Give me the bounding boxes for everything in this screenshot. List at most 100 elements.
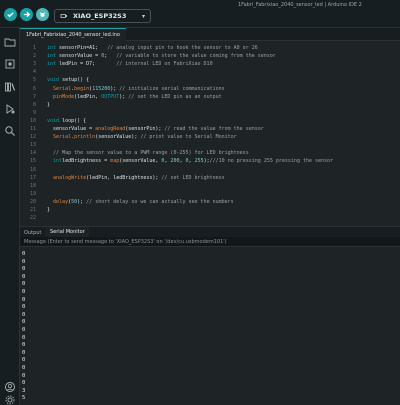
serial-line: 0 — [22, 304, 26, 311]
code-line: 8} — [20, 101, 400, 109]
code-line: 14 // Map the sensor value to a PWM rang… — [20, 149, 400, 157]
line-number: 8 — [32, 101, 36, 108]
code-text: pinMode(ledPin, OUTPUT); // set the LED … — [53, 93, 222, 100]
debug-button[interactable] — [36, 8, 49, 21]
code-text: Serial.begin(115200); // initialize seri… — [53, 85, 225, 92]
code-line: 7 pinMode(ledPin, OUTPUT); // set the LE… — [20, 93, 400, 101]
code-line: 16 — [20, 166, 400, 174]
code-line: 9 — [20, 109, 400, 117]
code-line: 17 analogWrite(ledPin, ledBrightness); /… — [20, 174, 400, 182]
serial-line: 0 — [22, 357, 26, 364]
serial-message-input[interactable] — [24, 236, 400, 247]
serial-line: 0 — [22, 289, 26, 295]
line-number: 5 — [32, 77, 36, 84]
serial-line: 5 — [22, 395, 26, 402]
line-number: 9 — [32, 109, 36, 116]
code-text: void loop() { — [47, 117, 87, 124]
sidebar — [0, 28, 20, 405]
serial-message-bar — [20, 236, 400, 247]
code-line: 6 Serial.begin(115200); // initialize se… — [20, 85, 400, 93]
line-number: 6 — [32, 85, 36, 92]
code-line: 4 — [20, 68, 400, 76]
line-number: 12 — [29, 134, 36, 141]
code-text: void setup() { — [47, 77, 90, 84]
serial-line: 0 — [22, 311, 26, 318]
serial-line: 0 — [22, 372, 26, 379]
upload-icon — [23, 11, 31, 18]
upload-button[interactable] — [20, 8, 33, 21]
settings-icon[interactable] — [4, 391, 16, 405]
file-tabbar: 1Fabri_Fabrixiao_2040_sensor_led.ino — [20, 28, 400, 41]
code-text: delay(50); // short delay so we can actu… — [53, 198, 234, 205]
serial-line: 0 — [22, 349, 26, 356]
code-line: 10 void loop() { — [20, 117, 400, 125]
debug-sidebar-icon[interactable] — [4, 100, 16, 114]
serial-line: 0 — [22, 273, 26, 280]
line-number: 20 — [29, 198, 36, 205]
line-number: 2 — [32, 53, 36, 60]
serial-line: 0 — [22, 319, 26, 326]
usb-icon — [60, 14, 67, 18]
line-number: 1 — [32, 45, 36, 51]
tab-sketch-file[interactable]: 1Fabri_Fabrixiao_2040_sensor_led.ino — [20, 28, 126, 41]
line-number: 19 — [29, 190, 36, 197]
code-line: 13 — [20, 141, 400, 149]
code-text: int sensorValue = 0; // variable to stor… — [47, 53, 276, 60]
code-text: Serial.println(sensorValue); // print va… — [53, 134, 237, 141]
serial-line: 0 — [22, 380, 26, 387]
code-line: 20 delay(50); // short delay so we can a… — [20, 198, 400, 206]
line-number: 4 — [32, 69, 36, 76]
code-editor[interactable]: 1 int sensorPin=A1; // analog input pin t… — [20, 41, 400, 221]
code-text: intledBrightness = map(sensorValue, 0, 2… — [53, 158, 334, 165]
serial-line: 0 — [22, 266, 26, 273]
code-line: 11 sensorValue = analogRead(sensorPin); … — [20, 125, 400, 133]
code-line: 22 — [20, 214, 400, 222]
code-text: int sensorPin=A1; // analog input pin to… — [47, 45, 258, 51]
library-icon[interactable] — [4, 78, 16, 92]
code-line: 1 int sensorPin=A1; // analog input pin t… — [20, 44, 400, 52]
line-number: 3 — [32, 61, 36, 68]
line-number: 15 — [29, 158, 36, 165]
code-text: analogWrite(ledPin, ledBrightness); // s… — [53, 174, 225, 181]
serial-monitor-output: 00000000000000000035 — [20, 248, 400, 405]
window-title: 1Fabri_Fabrixiao_2040_sensor_led | Ardui… — [238, 2, 362, 8]
output-tabs: Output Serial Monitor — [20, 226, 400, 238]
serial-line: 0 — [22, 327, 26, 333]
code-text: } — [47, 101, 51, 108]
line-number: 16 — [29, 166, 36, 173]
search-icon[interactable] — [4, 122, 16, 136]
code-line: 2 int sensorValue = 0; // variable to sto… — [20, 52, 400, 60]
code-line: 19 — [20, 190, 400, 198]
line-number: 22 — [29, 215, 36, 222]
line-number: 7 — [32, 93, 36, 100]
debug-icon — [39, 12, 46, 17]
code-line: 12 Serial.println(sensorValue); // print… — [20, 133, 400, 141]
code-text: sensorValue = analogRead(sensorPin); // … — [47, 126, 264, 132]
code-line: 15 intledBrightness = map(sensorValue, 0… — [20, 157, 400, 165]
board-name: XIAO_ESP32S3 — [73, 12, 127, 20]
verify-button[interactable] — [4, 8, 17, 21]
code-text: // Map the sensor value to a PWM range (… — [53, 150, 249, 157]
serial-line: 0 — [22, 334, 26, 341]
serial-line: 0 — [22, 281, 26, 288]
code-line: 5 void setup() { — [20, 76, 400, 84]
code-line: 18 — [20, 182, 400, 190]
toolbar: XIAO_ESP32S3 ▾ 1Fabri_Fabrixiao_2040_sen… — [0, 0, 400, 28]
serial-line: 0 — [22, 258, 26, 265]
serial-line: 0 — [22, 342, 26, 349]
code-text: int ledPin = D7; // internal LED on Fabr… — [47, 61, 213, 68]
line-number: 14 — [29, 150, 36, 157]
code-line: 3 int ledPin = D7; // internal LED on Fab… — [20, 60, 400, 68]
serial-line: 0 — [22, 296, 26, 303]
serial-line: 0 — [22, 365, 26, 371]
boards-icon[interactable] — [4, 55, 16, 69]
chevron-down-icon: ▾ — [141, 12, 145, 20]
line-number: 17 — [29, 174, 36, 181]
code-text: } — [47, 207, 51, 213]
account-icon[interactable] — [4, 378, 16, 392]
board-selector[interactable]: XIAO_ESP32S3 ▾ — [54, 9, 151, 23]
folder-icon[interactable] — [4, 33, 16, 47]
code-line: 21} — [20, 206, 400, 214]
line-number: 18 — [29, 182, 36, 189]
line-number: 10 — [29, 117, 36, 124]
